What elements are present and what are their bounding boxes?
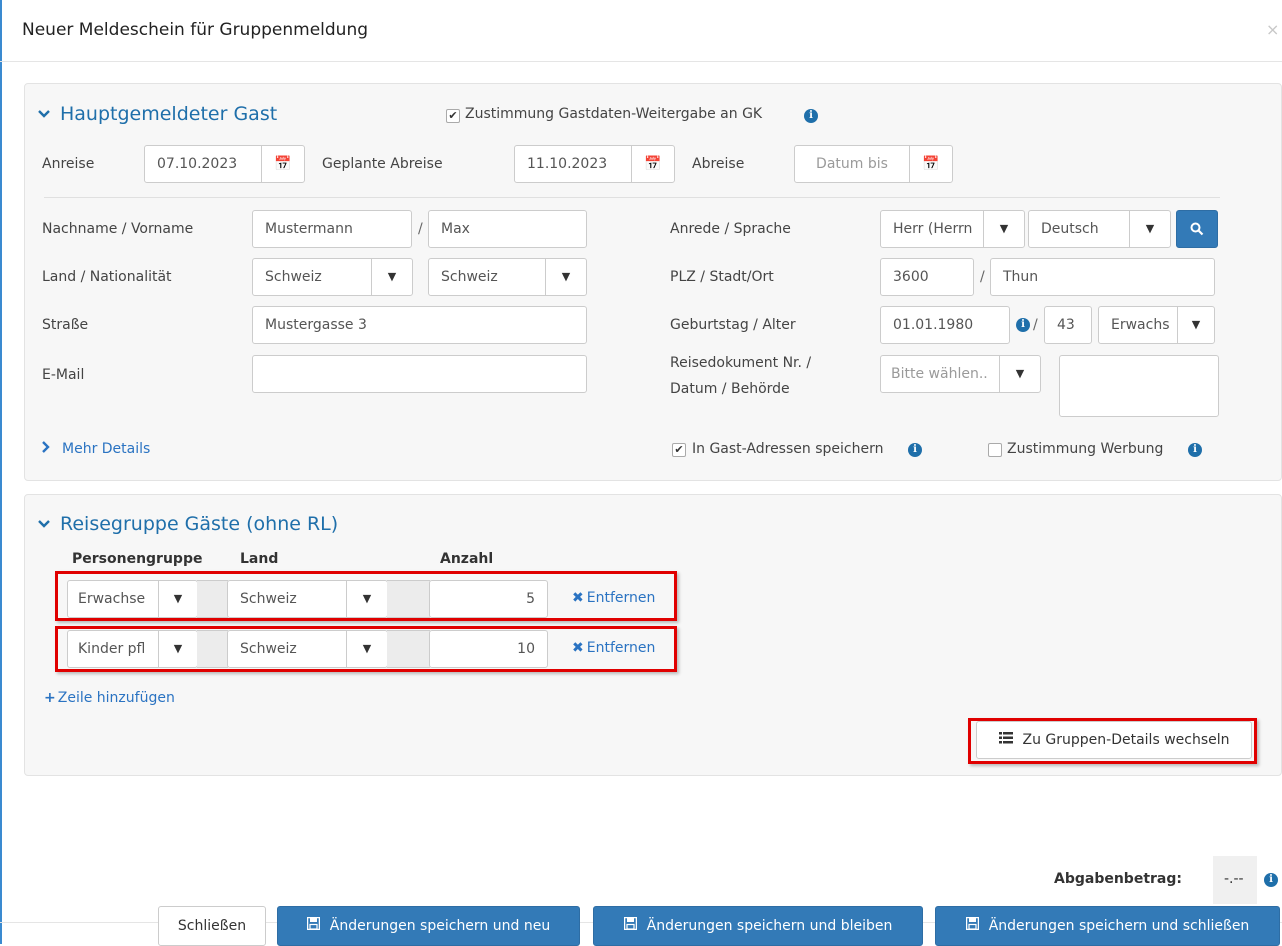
more-details-text: Mehr Details [62, 441, 151, 457]
info-icon[interactable]: i [1016, 318, 1030, 332]
group-heading[interactable]: Reisegruppe Gäste (ohne RL) [38, 513, 338, 535]
calendar-icon[interactable]: 📅 [909, 145, 953, 183]
street-label: Straße [42, 317, 89, 333]
birthday-input[interactable]: 01.01.1980 [880, 306, 1010, 344]
consent-checkbox[interactable]: ✔ [446, 109, 460, 123]
info-icon[interactable]: i [804, 109, 818, 123]
travel-doc-label-line2: Datum / Behörde [670, 381, 790, 397]
zip-input[interactable]: 3600 [880, 258, 974, 296]
advertising-checkbox[interactable] [988, 443, 1002, 457]
save-new-label: Änderungen speichern und neu [329, 918, 551, 934]
first-name-input[interactable]: Max [428, 210, 587, 248]
birthday-label: Geburtstag / Alter [670, 317, 796, 333]
advertising-label: Zustimmung Werbung [1007, 441, 1164, 457]
col-person-group: Personengruppe [72, 551, 203, 567]
arrival-date-input[interactable]: 07.10.2023 [144, 145, 262, 183]
save-close-button[interactable]: Änderungen speichern und schließen [935, 906, 1280, 946]
info-icon[interactable]: i [908, 443, 922, 457]
info-icon[interactable]: i [1264, 873, 1278, 887]
highlight-row-2 [55, 626, 677, 672]
age-group-select[interactable]: Erwachs [1098, 306, 1178, 344]
fee-value: -.-- [1224, 871, 1244, 887]
divider [44, 197, 1220, 198]
departure-date-input[interactable]: Datum bis [794, 145, 910, 183]
save-new-button[interactable]: Änderungen speichern und neu [277, 906, 580, 946]
col-count: Anzahl [440, 551, 494, 567]
add-row-label: Zeile hinzufügen [57, 690, 175, 706]
save-icon [965, 907, 979, 945]
country-select[interactable]: Schweiz [252, 258, 372, 296]
authority-textarea[interactable] [1059, 355, 1219, 417]
info-icon[interactable]: i [1188, 443, 1202, 457]
highlight-details-button [968, 718, 1257, 764]
name-label: Nachname / Vorname [42, 221, 194, 237]
calendar-icon[interactable]: 📅 [261, 145, 305, 183]
age-input[interactable]: 43 [1044, 306, 1092, 344]
salutation-label: Anrede / Sprache [670, 221, 791, 237]
nationality-select[interactable]: Schweiz [428, 258, 546, 296]
plus-icon: + [44, 690, 56, 706]
separator: / [418, 221, 423, 237]
chevron-down-icon[interactable]: ▼ [371, 258, 413, 296]
country-label: Land / Nationalität [42, 269, 172, 285]
save-icon [306, 907, 321, 945]
save-stay-button[interactable]: Änderungen speichern und bleiben [593, 906, 923, 946]
chevron-down-icon[interactable]: ▼ [999, 355, 1041, 393]
language-select[interactable]: Deutsch [1028, 210, 1130, 248]
fee-label: Abgabenbetrag: [1054, 871, 1182, 887]
chevron-down-icon[interactable]: ▼ [983, 210, 1025, 248]
search-icon [1190, 222, 1204, 236]
chevron-down-icon[interactable]: ▼ [1177, 306, 1215, 344]
save-address-label: In Gast-Adressen speichern [692, 441, 884, 457]
consent-label: Zustimmung Gastdaten-Weitergabe an GK [465, 106, 763, 122]
highlight-row-1 [55, 571, 677, 621]
main-guest-heading-text: Hauptgemeldeter Gast [60, 103, 278, 125]
departure-label: Abreise [692, 156, 745, 172]
city-input[interactable]: Thun [990, 258, 1215, 296]
more-details-link[interactable]: Mehr Details [42, 441, 150, 457]
save-icon [623, 907, 637, 945]
separator: / [980, 269, 985, 285]
email-label: E-Mail [42, 367, 85, 383]
planned-departure-input[interactable]: 11.10.2023 [514, 145, 632, 183]
close-button[interactable]: Schließen [158, 906, 266, 946]
street-input[interactable]: Mustergasse 3 [252, 306, 587, 344]
add-row-link[interactable]: + Zeile hinzufügen [44, 690, 175, 706]
planned-departure-label: Geplante Abreise [322, 156, 443, 172]
travel-doc-label-line1: Reisedokument Nr. / [670, 355, 812, 371]
save-address-checkbox[interactable]: ✔ [672, 443, 686, 457]
chevron-down-icon[interactable]: ▼ [1129, 210, 1171, 248]
zip-city-label: PLZ / Stadt/Ort [670, 269, 774, 285]
modal-title: Neuer Meldeschein für Gruppenmeldung [22, 20, 369, 40]
main-guest-heading[interactable]: Hauptgemeldeter Gast [38, 103, 277, 125]
modal-header: Neuer Meldeschein für Gruppenmeldung × [0, 0, 1282, 62]
last-name-input[interactable]: Mustermann [252, 210, 412, 248]
save-stay-label: Änderungen speichern und bleiben [646, 918, 893, 934]
chevron-down-icon[interactable]: ▼ [545, 258, 587, 296]
chevron-down-icon [38, 106, 52, 122]
travel-doc-select[interactable]: Bitte wählen.. [880, 355, 1000, 393]
salutation-select[interactable]: Herr (Herrn [880, 210, 984, 248]
chevron-right-icon [42, 441, 50, 457]
calendar-icon[interactable]: 📅 [631, 145, 675, 183]
save-close-label: Änderungen speichern und schließen [988, 918, 1250, 934]
search-button[interactable] [1176, 210, 1218, 248]
modal-border [0, 0, 2, 944]
close-icon[interactable]: × [1266, 20, 1279, 39]
chevron-down-icon [38, 516, 52, 532]
arrival-label: Anreise [42, 156, 95, 172]
separator: / [1033, 317, 1038, 333]
email-field[interactable] [252, 355, 587, 393]
col-country: Land [240, 551, 279, 567]
group-heading-text: Reisegruppe Gäste (ohne RL) [60, 513, 339, 535]
